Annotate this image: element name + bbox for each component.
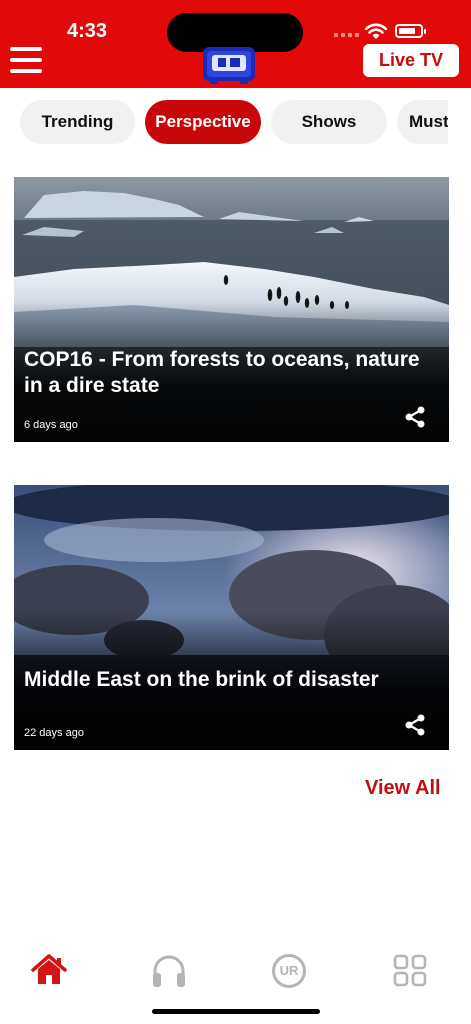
- headphones-icon[interactable]: [150, 953, 188, 989]
- cellular-signal-icon: [334, 33, 359, 37]
- article-card[interactable]: Middle East on the brink of disaster 22 …: [14, 485, 449, 750]
- article-age: 6 days ago: [24, 419, 78, 431]
- article-title: Middle East on the brink of disaster: [24, 668, 379, 691]
- live-tv-button[interactable]: Live TV: [363, 44, 459, 77]
- tab-shows[interactable]: Shows: [271, 100, 387, 144]
- view-all-link[interactable]: View All: [365, 777, 441, 800]
- home-icon[interactable]: [30, 953, 68, 989]
- article-title: COP16 - From forests to oceans, nature i…: [24, 348, 420, 397]
- status-time: 4:33: [67, 20, 108, 42]
- share-icon[interactable]: [403, 405, 427, 429]
- channel-logo: [203, 47, 255, 84]
- menu-icon[interactable]: [10, 47, 42, 73]
- app-header: 4:33 Live TV: [0, 0, 471, 88]
- article-card[interactable]: COP16 - From forests to oceans, nature i…: [14, 177, 449, 442]
- urdu-label: UR: [279, 963, 299, 978]
- article-age: 22 days ago: [24, 727, 84, 739]
- tab-trending[interactable]: Trending: [20, 100, 135, 144]
- battery-level: [399, 28, 415, 34]
- category-tabs: Trending Perspective Shows Must: [20, 100, 448, 144]
- grid-icon[interactable]: [392, 953, 430, 989]
- home-indicator: [152, 1009, 320, 1014]
- share-icon[interactable]: [403, 713, 427, 737]
- urdu-icon[interactable]: UR: [271, 953, 307, 989]
- tab-perspective[interactable]: Perspective: [145, 100, 261, 144]
- wifi-icon: [364, 23, 388, 39]
- battery-icon: [395, 24, 426, 38]
- tab-must[interactable]: Must: [397, 100, 448, 144]
